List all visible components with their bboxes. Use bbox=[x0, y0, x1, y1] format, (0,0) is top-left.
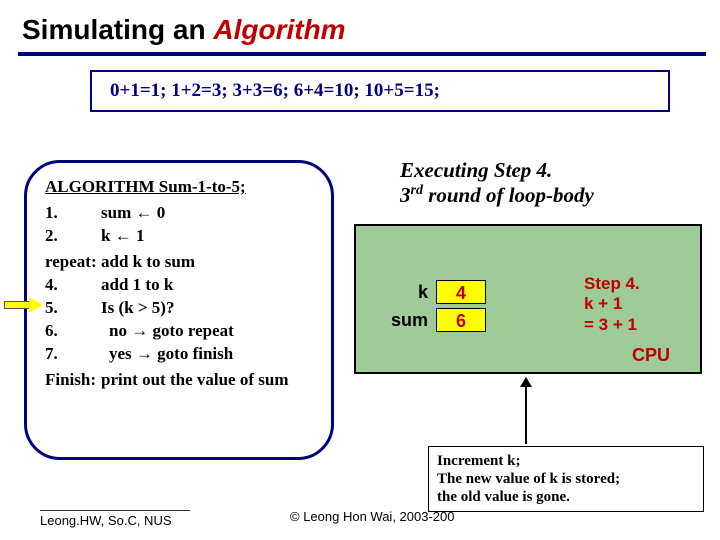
title-pre: Simulating an bbox=[22, 14, 213, 45]
cpu-box: k 4 sum 6 Step 4. k + 1 = 3 + 1 CPU bbox=[354, 224, 702, 374]
algo-line: Finish: print out the value of sum bbox=[45, 370, 313, 390]
table-row: k 4 bbox=[382, 280, 486, 304]
arrow-up-icon bbox=[525, 378, 527, 444]
var-k-label: k bbox=[382, 282, 428, 303]
note-box: Increment k; The new value of k is store… bbox=[428, 446, 704, 512]
algo-line: 1. sum ← 0 bbox=[45, 203, 313, 223]
variable-table: k 4 sum 6 bbox=[382, 280, 486, 336]
title-rule bbox=[18, 52, 706, 56]
algo-line-current: 4. add 1 to k bbox=[45, 275, 313, 295]
slide-title: Simulating an Algorithm bbox=[0, 0, 720, 52]
algo-line: 7. yes → goto finish bbox=[45, 344, 313, 364]
sums-text: 0+1=1; 1+2=3; 3+3=6; 6+4=10; 10+5=15; bbox=[110, 80, 440, 101]
algorithm-box: ALGORITHM Sum-1-to-5; 1. sum ← 0 2. k ← … bbox=[24, 160, 334, 460]
table-row: sum 6 bbox=[382, 308, 486, 332]
execution-caption: Executing Step 4. 3rd round of loop-body bbox=[400, 158, 700, 208]
footer-copyright: © Leong Hon Wai, 2003-200 bbox=[290, 509, 454, 524]
title-accent: Algorithm bbox=[213, 14, 345, 45]
step-note: Step 4. k + 1 = 3 + 1 bbox=[584, 274, 640, 335]
var-sum-value: 6 bbox=[436, 308, 486, 332]
var-sum-label: sum bbox=[382, 310, 428, 331]
algo-line: 2. k ← 1 bbox=[45, 226, 313, 246]
sums-box: 0+1=1; 1+2=3; 3+3=6; 6+4=10; 10+5=15; bbox=[90, 70, 670, 112]
cpu-label: CPU bbox=[632, 345, 670, 366]
algo-line: 6. no → goto repeat bbox=[45, 321, 313, 341]
footer-author: Leong.HW, So.C, NUS bbox=[40, 510, 190, 528]
current-line-pointer-icon bbox=[4, 298, 44, 312]
algo-line: 5. Is (k > 5)? bbox=[45, 298, 313, 318]
var-k-value: 4 bbox=[436, 280, 486, 304]
algorithm-heading: ALGORITHM Sum-1-to-5; bbox=[45, 177, 313, 197]
algo-line: repeat: add k to sum bbox=[45, 252, 313, 272]
